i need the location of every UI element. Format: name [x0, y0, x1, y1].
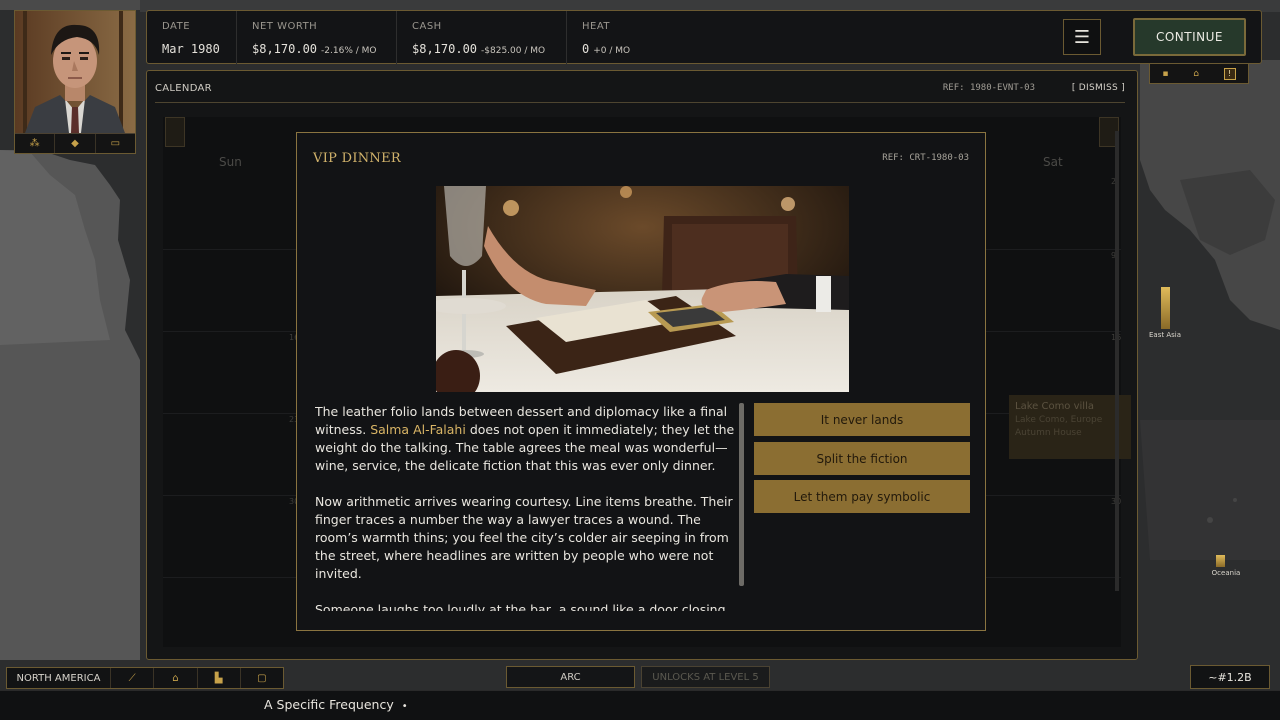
tab-arc[interactable]: ARC: [506, 666, 635, 688]
net-worth-badge[interactable]: ~#1.2B: [1190, 665, 1270, 689]
dismiss-button[interactable]: [ DISMISS ]: [1072, 83, 1125, 93]
event-narrative[interactable]: The leather folio lands between dessert …: [315, 403, 737, 611]
calendar-ref: REF: 1980-EVNT-03: [942, 83, 1035, 93]
modal-title: VIP DINNER: [313, 151, 401, 166]
tab-locked: UNLOCKS AT LEVEL 5: [641, 666, 770, 688]
quick-panel: ▪ ⌂ !: [1149, 64, 1249, 84]
calendar-header: CALENDAR REF: 1980-EVNT-03 [ DISMISS ]: [155, 83, 1125, 103]
narrative-paragraph: The leather folio lands between dessert …: [315, 403, 737, 475]
net-worth-delta: -2.16% / MO: [321, 46, 377, 56]
chart-icon[interactable]: ⟋: [111, 668, 155, 688]
building-icon[interactable]: ▪: [1162, 69, 1168, 79]
event-illustration: [436, 186, 849, 392]
prev-month-button[interactable]: [165, 117, 185, 147]
event-detail: Autumn House: [1015, 428, 1082, 438]
stat-cash: CASH $8,170.00 -$825.00 / MO: [397, 11, 567, 65]
ticker-headline: A Specific Frequency: [264, 697, 394, 712]
event-modal: VIP DINNER REF: CRT-1980-03 The leather …: [296, 132, 986, 631]
player-portrait[interactable]: ⁂ ◆ ▭: [14, 10, 136, 154]
avatar[interactable]: [15, 11, 135, 133]
calendar-title: CALENDAR: [155, 83, 212, 94]
region-marker-east-asia[interactable]: East Asia: [1145, 287, 1185, 339]
portrait-toolbar: ⁂ ◆ ▭: [15, 133, 135, 153]
menu-button[interactable]: ☰: [1063, 19, 1101, 55]
stat-label: NET WORTH: [252, 21, 318, 32]
event-title: Lake Como villa: [1015, 401, 1094, 412]
stat-date: DATE Mar 1980: [147, 11, 237, 65]
event-location: Lake Como, Europe: [1015, 415, 1103, 425]
continue-button[interactable]: CONTINUE: [1133, 18, 1246, 56]
house-icon[interactable]: ⌂: [1193, 69, 1199, 79]
region-label: East Asia: [1149, 331, 1181, 339]
briefcase-icon[interactable]: ▭: [96, 134, 135, 153]
narrative-paragraph: Someone laughs too loudly at the bar, a …: [315, 602, 730, 611]
alert-icon[interactable]: !: [1223, 67, 1236, 80]
choice-button[interactable]: It never lands: [754, 403, 970, 436]
stat-label: DATE: [162, 21, 191, 32]
region-marker-oceania[interactable]: Oceania: [1206, 555, 1246, 577]
stat-heat: HEAT 0 +0 / MO: [567, 11, 707, 65]
factory-icon[interactable]: ▙: [198, 668, 241, 688]
day-header-sun: Sun: [219, 155, 242, 169]
heat-value: 0: [582, 42, 590, 56]
region-label: Oceania: [1211, 569, 1241, 577]
document-icon[interactable]: ▢: [241, 668, 283, 688]
heat-delta: +0 / MO: [593, 46, 631, 56]
narrative-paragraph: Now arithmetic arrives wearing courtesy.…: [315, 494, 733, 581]
region-level-bar: [1160, 287, 1170, 329]
stat-label: CASH: [412, 21, 442, 32]
narrative-scrollbar[interactable]: [739, 403, 744, 586]
bank-icon[interactable]: ⌂: [154, 668, 198, 688]
stat-label: HEAT: [582, 21, 611, 32]
news-ticker[interactable]: A Specific Frequency •: [0, 690, 1280, 720]
region-toolbar: NORTH AMERICA ⟋ ⌂ ▙ ▢: [6, 667, 284, 689]
calendar-event[interactable]: Lake Como villa Lake Como, Europe Autumn…: [1009, 395, 1131, 459]
ticker-text: A Specific Frequency •: [264, 697, 408, 712]
region-selector[interactable]: NORTH AMERICA: [7, 668, 111, 688]
cash-delta: -$825.00 / MO: [481, 46, 546, 56]
cash-value: $8,170.00: [412, 42, 478, 56]
hamburger-icon: ☰: [1073, 26, 1091, 48]
choice-button[interactable]: Let them pay symbolic: [754, 480, 970, 513]
date-value: Mar 1980: [162, 42, 220, 56]
modal-ref: REF: CRT-1980-03: [882, 153, 969, 163]
character-name[interactable]: Salma Al-Falahi: [370, 422, 466, 437]
network-icon[interactable]: ⁂: [15, 134, 56, 153]
status-bar: DATE Mar 1980 NET WORTH $8,170.00 -2.16% …: [146, 10, 1262, 65]
stat-net-worth: NET WORTH $8,170.00 -2.16% / MO: [237, 11, 397, 65]
day-header-sat: Sat: [1043, 155, 1063, 169]
choice-button[interactable]: Split the fiction: [754, 442, 970, 475]
diamond-icon[interactable]: ◆: [55, 134, 96, 153]
net-worth-value: $8,170.00: [252, 42, 318, 56]
ticker-separator: •: [401, 701, 408, 712]
calendar-scrollbar[interactable]: [1115, 131, 1119, 591]
region-level-bar: [1216, 555, 1225, 567]
